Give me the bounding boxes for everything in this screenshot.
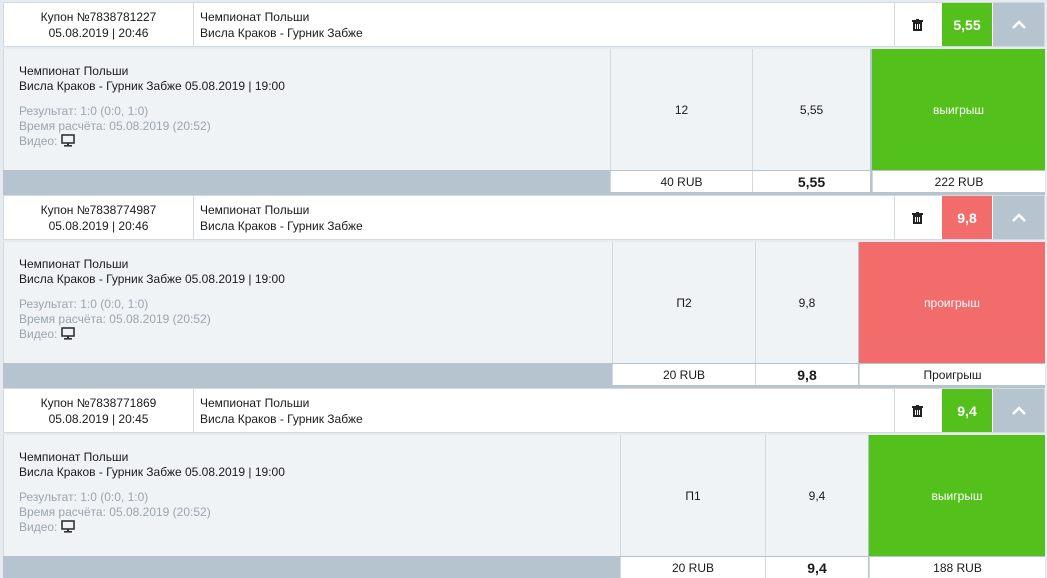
coupon-match: Висла Краков - Гурник Забже xyxy=(200,412,363,426)
coupon-card: Купон №7838771869 05.08.2019 | 20:45 Чем… xyxy=(3,388,1045,578)
coupon-id-block: Купон №7838771869 05.08.2019 | 20:45 xyxy=(4,389,194,432)
chevron-up-icon xyxy=(1011,213,1026,222)
event-league: Чемпионат Польши xyxy=(19,64,129,78)
event-result: Результат: 1:0 (0:0, 1:0) xyxy=(19,297,149,311)
coupon-coefficient-badge: 5,55 xyxy=(942,3,992,46)
stake-amount: 20 RUB xyxy=(620,557,765,578)
coupon-match: Висла Краков - Гурник Забже xyxy=(200,26,363,40)
coupon-id-block: Купон №7838774987 05.08.2019 | 20:46 xyxy=(4,196,194,239)
coupon-number: Купон №7838774987 xyxy=(40,203,157,217)
coupon-datetime: 05.08.2019 | 20:45 xyxy=(48,412,149,426)
event-title: Висла Краков - Гурник Забже 05.08.2019 |… xyxy=(19,272,285,286)
odds-cell: 9,4 xyxy=(765,435,868,556)
payout-amount: 222 RUB xyxy=(872,171,1045,192)
coupon-league: Чемпионат Польши xyxy=(200,396,310,410)
monitor-icon[interactable] xyxy=(61,327,76,340)
stake-amount: 40 RUB xyxy=(610,171,752,192)
video-label: Видео: xyxy=(19,327,58,341)
coupon-match-block: Чемпионат Польши Висла Краков - Гурник З… xyxy=(200,395,363,427)
outcome-cell: проигрыш xyxy=(859,242,1045,363)
coupon-header[interactable]: Купон №7838774987 05.08.2019 | 20:46 Чем… xyxy=(3,195,1045,240)
coupon-datetime: 05.08.2019 | 20:46 xyxy=(48,219,149,233)
event-settled-time: Время расчёта: 05.08.2019 (20:52) xyxy=(19,505,211,519)
stake-amount: 20 RUB xyxy=(612,364,755,385)
coupon-league: Чемпионат Польши xyxy=(200,10,310,24)
coupon-match-block: Чемпионат Польши Висла Краков - Гурник З… xyxy=(200,202,363,234)
monitor-icon[interactable] xyxy=(61,134,76,147)
bet-type-cell: П2 xyxy=(612,242,755,363)
trash-icon xyxy=(912,211,923,224)
event-settled-time: Время расчёта: 05.08.2019 (20:52) xyxy=(19,119,211,133)
video-label: Видео: xyxy=(19,520,58,534)
coupon-details: Чемпионат Польши Висла Краков - Гурник З… xyxy=(3,435,1045,578)
coupon-coefficient-badge: 9,4 xyxy=(942,389,992,432)
outcome-cell: выигрыш xyxy=(872,49,1045,170)
collapse-button[interactable] xyxy=(993,196,1044,239)
delete-button[interactable] xyxy=(894,196,940,239)
event-result: Результат: 1:0 (0:0, 1:0) xyxy=(19,104,149,118)
trash-icon xyxy=(912,18,923,31)
coupon-match: Висла Краков - Гурник Забже xyxy=(200,219,363,233)
total-odds: 9,8 xyxy=(755,364,858,385)
event-title: Висла Краков - Гурник Забже 05.08.2019 |… xyxy=(19,79,285,93)
coupon-number: Купон №7838771869 xyxy=(40,396,157,410)
coupon-id-block: Купон №7838781227 05.08.2019 | 20:46 xyxy=(4,3,194,46)
coupon-datetime: 05.08.2019 | 20:46 xyxy=(48,26,149,40)
total-odds: 5,55 xyxy=(752,171,870,192)
delete-button[interactable] xyxy=(894,389,940,432)
payout-amount: Проигрыш xyxy=(859,364,1045,385)
event-settled-time: Время расчёта: 05.08.2019 (20:52) xyxy=(19,312,211,326)
collapse-button[interactable] xyxy=(993,389,1044,432)
video-label: Видео: xyxy=(19,134,58,148)
coupon-details: Чемпионат Польши Висла Краков - Гурник З… xyxy=(3,242,1045,389)
delete-button[interactable] xyxy=(894,3,940,46)
outcome-cell: выигрыш xyxy=(869,435,1045,556)
video-row: Видео: xyxy=(19,134,610,149)
event-title: Висла Краков - Гурник Забже 05.08.2019 |… xyxy=(19,465,285,479)
coupon-card: Купон №7838781227 05.08.2019 | 20:46 Чем… xyxy=(3,2,1045,196)
trash-icon xyxy=(912,404,923,417)
coupon-header[interactable]: Купон №7838771869 05.08.2019 | 20:45 Чем… xyxy=(3,388,1045,433)
coupon-header[interactable]: Купон №7838781227 05.08.2019 | 20:46 Чем… xyxy=(3,2,1045,47)
odds-cell: 5,55 xyxy=(752,49,870,170)
event-info: Чемпионат Польши Висла Краков - Гурник З… xyxy=(3,49,610,170)
chevron-up-icon xyxy=(1011,406,1026,415)
odds-cell: 9,8 xyxy=(755,242,858,363)
total-odds: 9,4 xyxy=(765,557,868,578)
event-info: Чемпионат Польши Висла Краков - Гурник З… xyxy=(3,242,612,363)
coupon-match-block: Чемпионат Польши Висла Краков - Гурник З… xyxy=(200,9,363,41)
coupon-card: Купон №7838774987 05.08.2019 | 20:46 Чем… xyxy=(3,195,1045,389)
event-league: Чемпионат Польши xyxy=(19,450,129,464)
video-row: Видео: xyxy=(19,520,620,535)
chevron-up-icon xyxy=(1011,20,1026,29)
monitor-icon[interactable] xyxy=(61,520,76,533)
collapse-button[interactable] xyxy=(993,3,1044,46)
coupon-number: Купон №7838781227 xyxy=(40,10,157,24)
event-info: Чемпионат Польши Висла Краков - Гурник З… xyxy=(3,435,620,556)
coupon-league: Чемпионат Польши xyxy=(200,203,310,217)
bet-type-cell: 12 xyxy=(610,49,752,170)
coupon-coefficient-badge: 9,8 xyxy=(942,196,992,239)
event-league: Чемпионат Польши xyxy=(19,257,129,271)
bet-type-cell: П1 xyxy=(620,435,765,556)
payout-amount: 188 RUB xyxy=(869,557,1045,578)
event-result: Результат: 1:0 (0:0, 1:0) xyxy=(19,490,149,504)
video-row: Видео: xyxy=(19,327,612,342)
coupon-details: Чемпионат Польши Висла Краков - Гурник З… xyxy=(3,49,1045,196)
